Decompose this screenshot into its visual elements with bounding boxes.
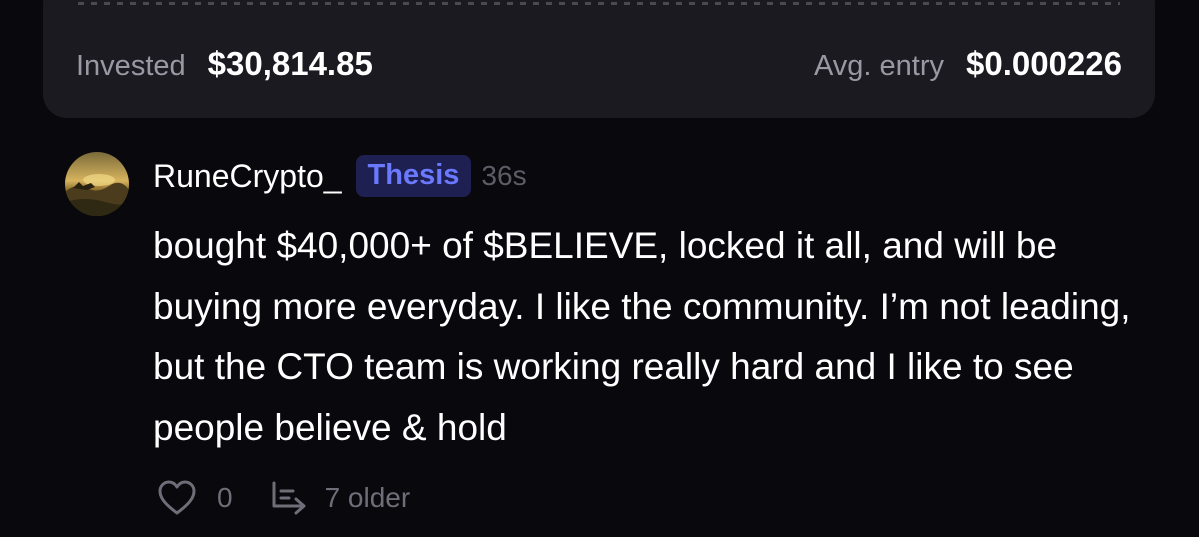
position-summary-card: Invested $30,814.85 Avg. entry $0.000226 (43, 0, 1155, 118)
older-replies-label: 7 older (324, 482, 411, 513)
like-count: 0 (217, 482, 233, 513)
thesis-badge: Thesis (355, 155, 472, 197)
dashed-divider (78, 2, 1120, 5)
reply-thread-icon (269, 480, 311, 516)
invested-value: $30,814.85 (207, 45, 373, 82)
timestamp: 36s (481, 160, 527, 191)
avg-entry-label: Avg. entry (813, 50, 944, 82)
avg-entry-stat: Avg. entry $0.000226 (814, 45, 1122, 83)
invested-label: Invested (76, 50, 186, 82)
comment-header: RuneCrypto_ Thesis 36s (153, 150, 527, 202)
avatar[interactable] (65, 152, 129, 216)
like-button[interactable]: 0 (157, 479, 233, 517)
older-replies-button[interactable]: 7 older (269, 480, 411, 516)
username[interactable]: RuneCrypto_ (153, 158, 342, 195)
comment-actions: 0 7 older (157, 478, 410, 518)
heart-icon (157, 479, 197, 517)
invested-stat: Invested $30,814.85 (76, 45, 373, 83)
position-stats-row: Invested $30,814.85 Avg. entry $0.000226 (76, 42, 1122, 86)
avg-entry-value: $0.000226 (966, 45, 1122, 82)
comment-text: bought $40,000+ of $BELIEVE, locked it a… (153, 225, 1131, 448)
